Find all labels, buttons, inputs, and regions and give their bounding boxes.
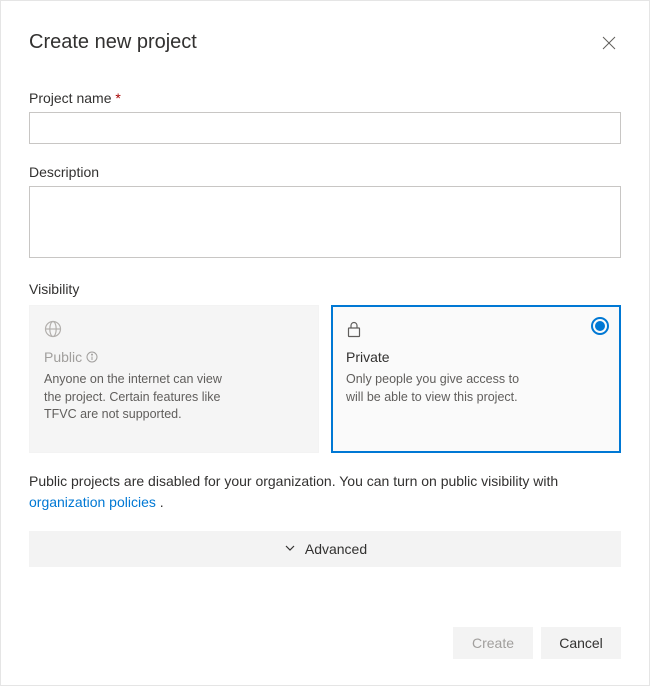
create-project-panel: Create new project Project name * Descri… [0, 0, 650, 686]
visibility-public-desc: Anyone on the internet can view the proj… [44, 371, 224, 424]
description-field: Description [29, 164, 621, 261]
panel-header: Create new project [29, 31, 621, 58]
organization-policies-link[interactable]: organization policies [29, 494, 156, 510]
description-label: Description [29, 164, 621, 180]
description-input[interactable] [29, 186, 621, 258]
project-name-label-text: Project name [29, 90, 111, 106]
visibility-public-title-row: Public [44, 349, 304, 365]
project-name-label: Project name * [29, 90, 621, 106]
visibility-options: Public Anyone on the internet can view t… [29, 305, 621, 453]
panel-footer: Create Cancel [29, 607, 621, 685]
close-button[interactable] [597, 31, 621, 58]
visibility-note: Public projects are disabled for your or… [29, 471, 621, 513]
cancel-button[interactable]: Cancel [541, 627, 621, 659]
visibility-note-period: . [156, 494, 164, 510]
lock-icon [346, 320, 606, 341]
advanced-toggle[interactable]: Advanced [29, 531, 621, 567]
globe-icon [44, 320, 304, 341]
visibility-option-private[interactable]: Private Only people you give access to w… [331, 305, 621, 453]
visibility-private-desc: Only people you give access to will be a… [346, 371, 526, 406]
project-name-input[interactable] [29, 112, 621, 144]
visibility-private-title: Private [346, 349, 606, 365]
info-icon [86, 351, 98, 363]
project-name-field: Project name * [29, 90, 621, 144]
create-button[interactable]: Create [453, 627, 533, 659]
visibility-public-title: Public [44, 349, 82, 365]
close-icon [601, 35, 617, 54]
advanced-label: Advanced [305, 541, 367, 557]
visibility-note-text: Public projects are disabled for your or… [29, 473, 558, 489]
radio-selected-icon [591, 317, 609, 335]
panel-title: Create new project [29, 31, 197, 54]
chevron-down-icon [283, 541, 297, 558]
required-asterisk: * [115, 90, 120, 106]
visibility-option-public: Public Anyone on the internet can view t… [29, 305, 319, 453]
visibility-label: Visibility [29, 281, 621, 297]
